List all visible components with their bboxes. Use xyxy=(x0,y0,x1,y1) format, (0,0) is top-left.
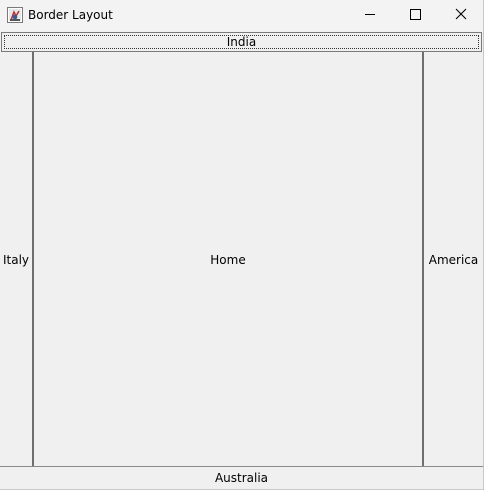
east-button[interactable]: America xyxy=(424,52,483,467)
north-button[interactable]: India xyxy=(1,32,482,52)
close-button[interactable] xyxy=(437,0,483,31)
minimize-icon xyxy=(365,14,375,15)
java-app-icon xyxy=(7,7,23,23)
app-window: Border Layout India Italy Home America A… xyxy=(0,0,484,490)
west-label: Italy xyxy=(2,252,30,267)
south-button[interactable]: Australia xyxy=(0,466,483,489)
south-label: Australia xyxy=(214,471,269,485)
center-label: Home xyxy=(210,252,246,267)
west-button[interactable]: Italy xyxy=(0,52,34,467)
title-bar[interactable]: Border Layout xyxy=(0,0,483,31)
maximize-icon xyxy=(410,9,421,20)
center-button[interactable]: Home xyxy=(34,52,424,467)
minimize-button[interactable] xyxy=(345,0,391,31)
close-icon xyxy=(455,8,467,20)
north-label: India xyxy=(226,35,257,49)
window-title: Border Layout xyxy=(28,8,113,22)
maximize-button[interactable] xyxy=(391,0,437,31)
east-label: America xyxy=(428,252,479,267)
